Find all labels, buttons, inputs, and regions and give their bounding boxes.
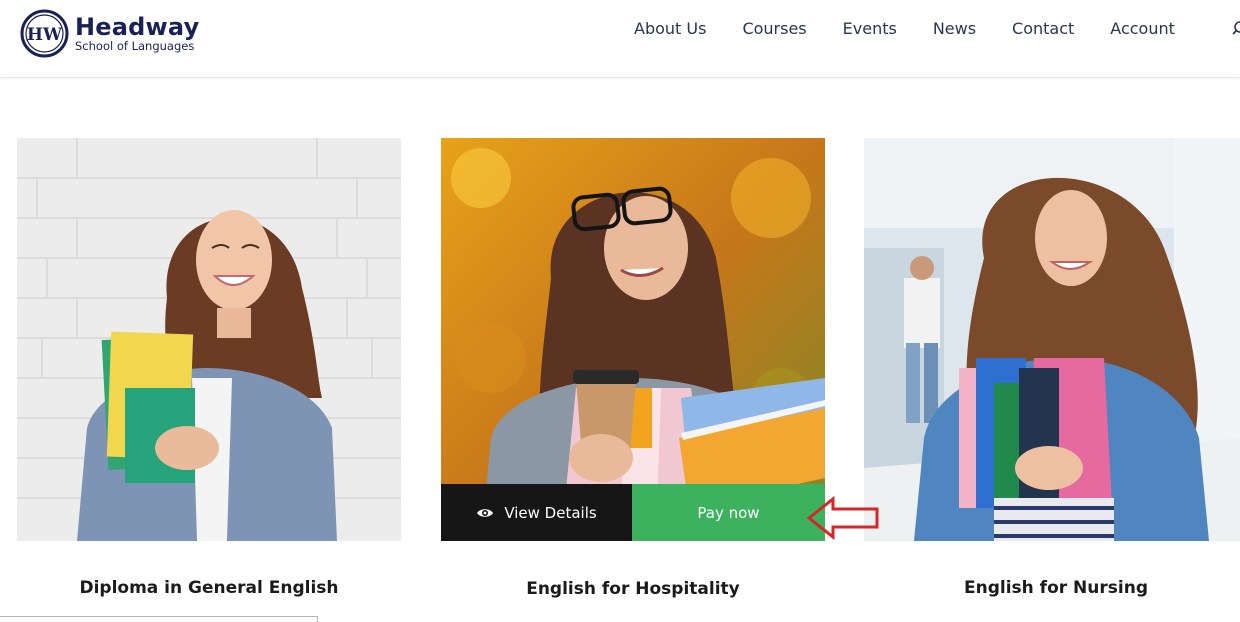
view-details-button[interactable]: View Details [441, 484, 632, 541]
nav-contact[interactable]: Contact [1012, 19, 1074, 39]
course-card-hospitality[interactable]: View Details Pay now English for Hospita… [441, 138, 825, 599]
view-details-label: View Details [504, 503, 597, 522]
nav-account[interactable]: Account [1110, 19, 1175, 39]
course-title[interactable]: English for Hospitality [441, 579, 825, 599]
course-photo-nursing[interactable] [864, 138, 1240, 541]
svg-text:HW: HW [27, 25, 63, 45]
brand-name: Headway [75, 12, 200, 41]
eye-icon [477, 508, 494, 517]
brand-subtitle: School of Languages [75, 38, 195, 53]
course-card-nursing[interactable]: English for Nursing [864, 138, 1240, 598]
nav-about-us[interactable]: About Us [634, 19, 706, 39]
main-nav: About Us Courses Events News Contact Acc… [634, 19, 1211, 39]
course-photo-general-english[interactable] [17, 138, 401, 541]
annotation-arrow-icon [806, 495, 879, 541]
pay-now-label: Pay now [697, 503, 760, 522]
site-header: HW Headway School of Languages About Us … [0, 0, 1240, 78]
course-actions: View Details Pay now [441, 484, 825, 541]
nav-courses[interactable]: Courses [742, 19, 806, 39]
logo-monogram-icon: HW [20, 9, 69, 58]
course-photo-hospitality[interactable]: View Details Pay now [441, 138, 825, 541]
course-card-general-english[interactable]: Diploma in General English [17, 138, 401, 598]
course-title[interactable]: English for Nursing [864, 578, 1240, 598]
nav-events[interactable]: Events [843, 19, 897, 39]
search-icon[interactable] [1232, 19, 1240, 39]
pay-now-button[interactable]: Pay now [632, 484, 825, 541]
bottom-overlay-edge [0, 616, 318, 622]
nav-news[interactable]: News [933, 19, 976, 39]
course-title[interactable]: Diploma in General English [17, 578, 401, 598]
site-logo[interactable]: HW Headway School of Languages [20, 9, 199, 58]
